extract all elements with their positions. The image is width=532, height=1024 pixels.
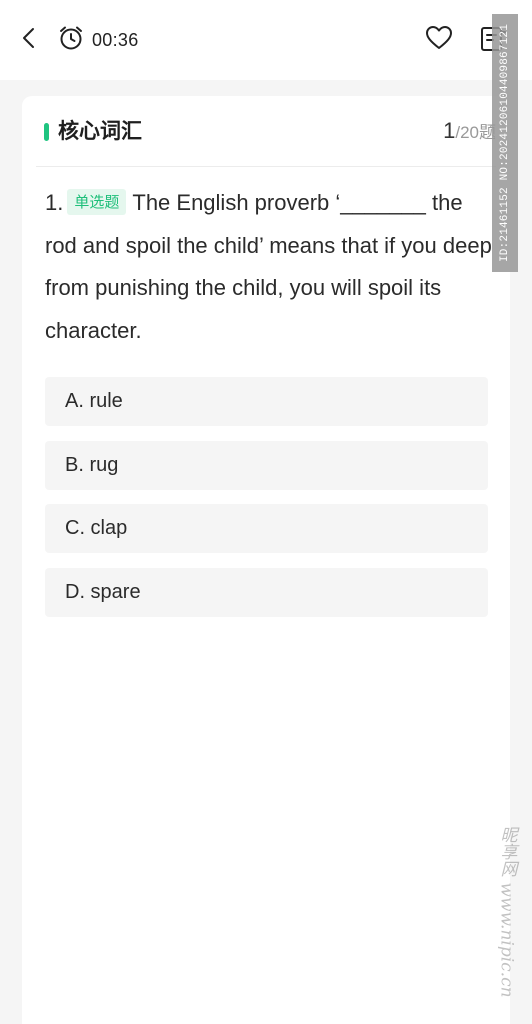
- heart-icon: [425, 25, 453, 55]
- option-a[interactable]: A. rule: [45, 377, 488, 426]
- progress-current: 1: [443, 118, 456, 143]
- progress-total: /20题: [455, 123, 496, 142]
- section-header: 核心词汇 1/20题: [22, 96, 510, 166]
- timer: 00:36: [58, 26, 139, 54]
- quiz-page: 00:36 核心词汇 1/20题 1. 单选题 The English prov…: [0, 0, 532, 1024]
- top-bar: 00:36: [0, 0, 532, 80]
- back-button[interactable]: [14, 25, 44, 55]
- chevron-left-icon: [21, 26, 37, 54]
- question-card: 核心词汇 1/20题 1. 单选题 The English proverb ‘___…: [22, 96, 510, 1024]
- question-number: 1.: [45, 190, 64, 215]
- question-text-block: 1. 单选题 The English proverb ‘_______ the ro…: [45, 182, 500, 352]
- question-type-tag: 单选题: [67, 189, 127, 215]
- watermark-site: 昵享网 www.nipic.cn: [496, 826, 517, 998]
- header-divider: [36, 166, 496, 167]
- option-c[interactable]: C. clap: [45, 504, 488, 553]
- question-progress: 1/20题: [443, 116, 496, 148]
- option-d[interactable]: D. spare: [45, 567, 488, 617]
- section-accent-bar: [44, 123, 49, 141]
- option-b[interactable]: B. rug: [45, 440, 488, 490]
- options-list: A. rule B. rug C. clap D. spare: [45, 377, 488, 631]
- section-title: 核心词汇: [58, 119, 142, 143]
- watermark-id: ID:21461152 NO:20241206104409867121: [492, 14, 518, 272]
- alarm-clock-icon: [58, 25, 84, 55]
- favorite-button[interactable]: [424, 25, 454, 55]
- timer-text: 00:36: [92, 29, 139, 50]
